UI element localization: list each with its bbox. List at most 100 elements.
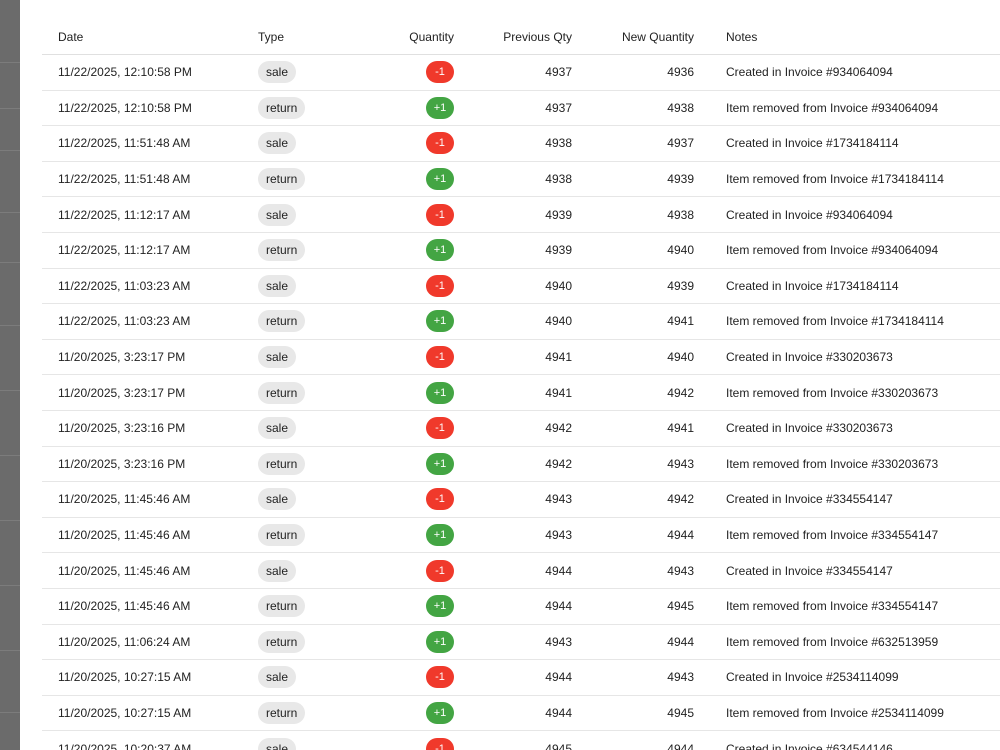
column-header-type[interactable]: Type bbox=[242, 19, 362, 55]
column-header-new-quantity[interactable]: New Quantity bbox=[588, 19, 710, 55]
date-cell: 11/20/2025, 10:27:15 AM bbox=[42, 695, 242, 732]
backdrop-divider bbox=[0, 390, 20, 391]
table-row[interactable]: 11/22/2025, 12:10:58 PM sale -1 4937 4936 Cre… bbox=[42, 54, 1000, 91]
backdrop-divider bbox=[0, 455, 20, 456]
quantity-badge: -1 bbox=[426, 488, 454, 511]
type-cell: sale bbox=[242, 54, 362, 91]
date-cell: 11/22/2025, 11:12:17 AM bbox=[42, 232, 242, 269]
type-chip: sale bbox=[258, 132, 297, 155]
type-chip: sale bbox=[258, 488, 297, 511]
table-row[interactable]: 11/20/2025, 3:23:16 PM return +1 4942 4943 It… bbox=[42, 446, 1000, 483]
table-row[interactable]: 11/20/2025, 11:45:46 AM return +1 4943 4944 I… bbox=[42, 517, 1000, 554]
quantity-cell: -1 bbox=[362, 54, 470, 91]
column-header-previous-qty[interactable]: Previous Qty bbox=[470, 19, 588, 55]
backdrop-divider bbox=[0, 520, 20, 521]
inventory-history-table: Date Type Quantity Previous Qty New Quan… bbox=[42, 19, 1000, 750]
modal-backdrop[interactable] bbox=[0, 0, 20, 750]
type-cell: sale bbox=[242, 268, 362, 305]
notes-cell: Created in Invoice #1734184114 bbox=[710, 268, 1000, 305]
quantity-cell: +1 bbox=[362, 161, 470, 198]
previous-qty-cell: 4941 bbox=[470, 339, 588, 376]
table-row[interactable]: 11/22/2025, 11:03:23 AM sale -1 4940 4939 Cre… bbox=[42, 268, 1000, 305]
previous-qty-cell: 4938 bbox=[470, 125, 588, 162]
date-cell: 11/20/2025, 3:23:17 PM bbox=[42, 374, 242, 411]
notes-cell: Item removed from Invoice #934064094 bbox=[710, 90, 1000, 127]
table-row[interactable]: 11/22/2025, 11:12:17 AM sale -1 4939 4938 Cre… bbox=[42, 196, 1000, 233]
type-chip: return bbox=[258, 452, 306, 475]
previous-qty-cell: 4939 bbox=[470, 196, 588, 233]
date-cell: 11/20/2025, 3:23:16 PM bbox=[42, 410, 242, 447]
table-row[interactable]: 11/22/2025, 12:10:58 PM return +1 4937 4938 I… bbox=[42, 90, 1000, 127]
quantity-cell: +1 bbox=[362, 588, 470, 625]
type-cell: return bbox=[242, 517, 362, 554]
new-quantity-cell: 4941 bbox=[588, 303, 710, 340]
new-quantity-cell: 4938 bbox=[588, 196, 710, 233]
backdrop-divider bbox=[0, 650, 20, 651]
table-row[interactable]: 11/20/2025, 10:27:15 AM return +1 4944 4945 I… bbox=[42, 695, 1000, 732]
type-cell: sale bbox=[242, 481, 362, 518]
notes-cell: Item removed from Invoice #1734184114 bbox=[710, 161, 1000, 198]
quantity-cell: +1 bbox=[362, 695, 470, 732]
table-row[interactable]: 11/20/2025, 3:23:16 PM sale -1 4942 4941 Crea… bbox=[42, 410, 1000, 447]
new-quantity-cell: 4942 bbox=[588, 481, 710, 518]
table-row[interactable]: 11/20/2025, 10:20:37 AM sale -1 4945 4944 Cre… bbox=[42, 730, 1000, 750]
quantity-cell: +1 bbox=[362, 374, 470, 411]
new-quantity-cell: 4936 bbox=[588, 54, 710, 91]
column-header-date[interactable]: Date bbox=[42, 19, 242, 55]
new-quantity-cell: 4939 bbox=[588, 268, 710, 305]
notes-cell: Item removed from Invoice #334554147 bbox=[710, 588, 1000, 625]
table-row[interactable]: 11/20/2025, 11:45:46 AM sale -1 4943 4942 Cre… bbox=[42, 481, 1000, 518]
notes-cell: Created in Invoice #2534114099 bbox=[710, 659, 1000, 696]
date-cell: 11/20/2025, 10:27:15 AM bbox=[42, 659, 242, 696]
notes-cell: Created in Invoice #934064094 bbox=[710, 196, 1000, 233]
type-cell: return bbox=[242, 161, 362, 198]
type-cell: sale bbox=[242, 339, 362, 376]
new-quantity-cell: 4940 bbox=[588, 232, 710, 269]
type-chip: sale bbox=[258, 61, 297, 84]
notes-cell: Item removed from Invoice #334554147 bbox=[710, 517, 1000, 554]
notes-cell: Created in Invoice #634544146 bbox=[710, 730, 1000, 750]
date-cell: 11/20/2025, 11:45:46 AM bbox=[42, 481, 242, 518]
new-quantity-cell: 4943 bbox=[588, 446, 710, 483]
type-chip: return bbox=[258, 595, 306, 618]
table-row[interactable]: 11/20/2025, 10:27:15 AM sale -1 4944 4943 Cre… bbox=[42, 659, 1000, 696]
quantity-badge: -1 bbox=[426, 417, 454, 440]
quantity-badge: -1 bbox=[426, 346, 454, 369]
type-chip: sale bbox=[258, 737, 297, 750]
table-row[interactable]: 11/20/2025, 11:45:46 AM sale -1 4944 4943 Cre… bbox=[42, 552, 1000, 589]
date-cell: 11/20/2025, 3:23:16 PM bbox=[42, 446, 242, 483]
type-cell: sale bbox=[242, 552, 362, 589]
previous-qty-cell: 4938 bbox=[470, 161, 588, 198]
quantity-cell: -1 bbox=[362, 125, 470, 162]
new-quantity-cell: 4937 bbox=[588, 125, 710, 162]
backdrop-divider bbox=[0, 62, 20, 63]
date-cell: 11/22/2025, 11:03:23 AM bbox=[42, 268, 242, 305]
table-row[interactable]: 11/22/2025, 11:51:48 AM return +1 4938 4939 I… bbox=[42, 161, 1000, 198]
table-row[interactable]: 11/20/2025, 3:23:17 PM return +1 4941 4942 It… bbox=[42, 374, 1000, 411]
table-row[interactable]: 11/20/2025, 11:45:46 AM return +1 4944 4945 I… bbox=[42, 588, 1000, 625]
notes-cell: Created in Invoice #934064094 bbox=[710, 54, 1000, 91]
notes-cell: Item removed from Invoice #1734184114 bbox=[710, 303, 1000, 340]
quantity-badge: -1 bbox=[426, 737, 454, 750]
table-row[interactable]: 11/20/2025, 3:23:17 PM sale -1 4941 4940 Crea… bbox=[42, 339, 1000, 376]
notes-cell: Created in Invoice #1734184114 bbox=[710, 125, 1000, 162]
notes-cell: Item removed from Invoice #934064094 bbox=[710, 232, 1000, 269]
quantity-cell: -1 bbox=[362, 552, 470, 589]
date-cell: 11/20/2025, 11:45:46 AM bbox=[42, 552, 242, 589]
type-chip: return bbox=[258, 381, 306, 404]
type-cell: sale bbox=[242, 659, 362, 696]
date-cell: 11/20/2025, 11:45:46 AM bbox=[42, 517, 242, 554]
new-quantity-cell: 4944 bbox=[588, 517, 710, 554]
new-quantity-cell: 4942 bbox=[588, 374, 710, 411]
backdrop-divider bbox=[0, 150, 20, 151]
quantity-cell: +1 bbox=[362, 446, 470, 483]
type-chip: return bbox=[258, 524, 306, 547]
column-header-notes[interactable]: Notes bbox=[710, 19, 1000, 55]
column-header-quantity[interactable]: Quantity bbox=[362, 19, 470, 55]
table-row[interactable]: 11/22/2025, 11:03:23 AM return +1 4940 4941 I… bbox=[42, 303, 1000, 340]
table-row[interactable]: 11/22/2025, 11:51:48 AM sale -1 4938 4937 Cre… bbox=[42, 125, 1000, 162]
type-chip: return bbox=[258, 168, 306, 191]
quantity-badge: -1 bbox=[426, 274, 454, 297]
table-row[interactable]: 11/22/2025, 11:12:17 AM return +1 4939 4940 I… bbox=[42, 232, 1000, 269]
table-row[interactable]: 11/20/2025, 11:06:24 AM return +1 4943 4944 I… bbox=[42, 624, 1000, 661]
